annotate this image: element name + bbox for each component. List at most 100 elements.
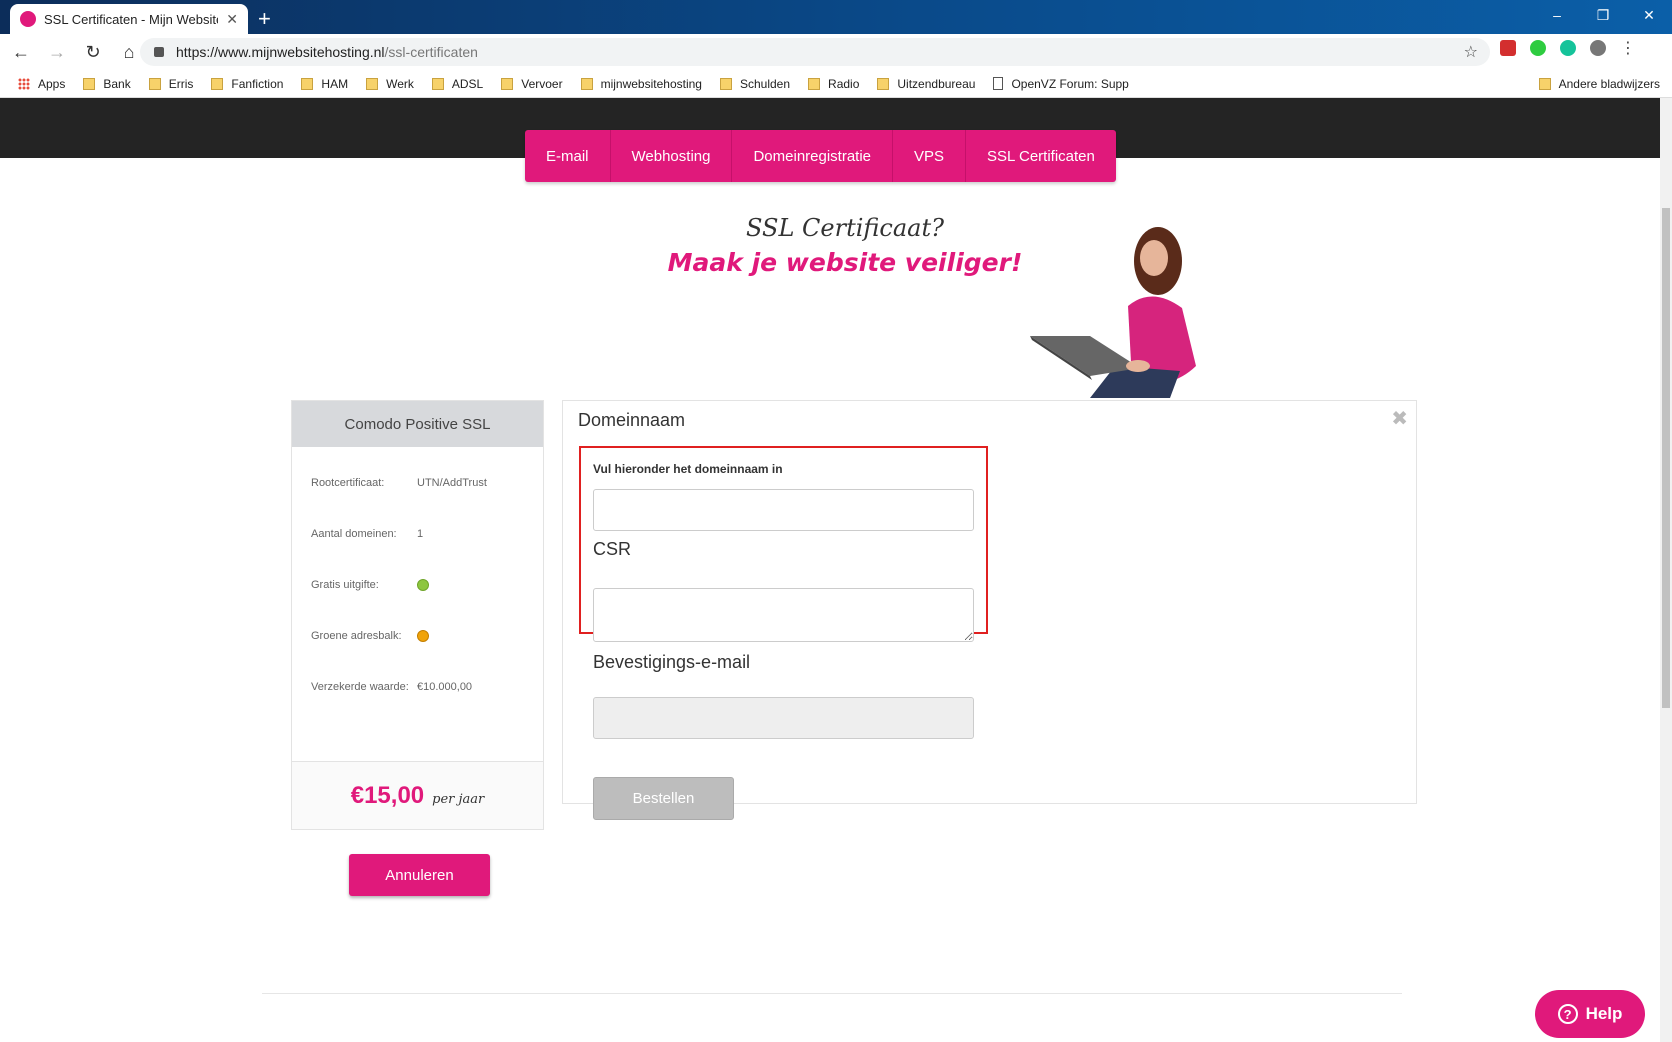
bookmark-star-icon[interactable]: ☆ (1464, 42, 1478, 62)
folder-icon (877, 77, 890, 90)
domain-field-label: Vul hieronder het domeinnaam in (593, 462, 783, 476)
address-bar[interactable]: https://www.mijnwebsitehosting.nl/ssl-ce… (140, 38, 1490, 66)
page-scrollbar[interactable] (1660, 98, 1672, 1042)
green-status-dot-icon (417, 579, 429, 591)
spec-row: Groene adresbalk: (311, 630, 429, 642)
bookmark-folder[interactable]: mijnwebsitehosting (580, 76, 702, 91)
folder-icon (431, 77, 444, 90)
folder-icon (301, 77, 314, 90)
scrollbar-thumb[interactable] (1662, 208, 1670, 708)
help-label: Help (1585, 1004, 1623, 1023)
cancel-button[interactable]: Annuleren (349, 854, 490, 896)
orange-status-dot-icon (417, 630, 429, 642)
lastpass-extension-icon[interactable] (1500, 40, 1516, 56)
bookmark-label: Fanfiction (231, 76, 284, 91)
bookmark-folder[interactable]: Fanfiction (211, 77, 283, 91)
bookmark-folder[interactable]: Werk (366, 77, 414, 91)
other-bookmarks[interactable]: Andere bladwijzers (1538, 76, 1660, 91)
bookmark-folder[interactable]: HAM (301, 77, 348, 91)
hero-question: SSL Certificaat? (746, 214, 944, 242)
lock-icon (154, 47, 164, 57)
bookmarks-bar: Apps Bank Erris Fanfiction HAM Werk ADSL… (0, 70, 1672, 98)
folder-icon (1538, 77, 1551, 90)
extensions-area: ⋮ (1500, 38, 1636, 58)
order-button[interactable]: Bestellen (593, 777, 734, 820)
close-window-button[interactable]: ✕ (1626, 0, 1672, 30)
question-mark-icon: ? (1557, 1004, 1578, 1024)
green-dot-extension-icon[interactable] (1530, 40, 1546, 56)
bookmark-label: Apps (38, 76, 66, 91)
bookmark-label: Schulden (739, 76, 791, 91)
close-icon[interactable]: ✖ (1391, 406, 1408, 431)
menu-dots-icon[interactable]: ⋮ (1620, 38, 1636, 58)
bookmark-folder[interactable]: Radio (808, 77, 859, 91)
nav-email[interactable]: E-mail (525, 130, 611, 182)
nav-webhosting[interactable]: Webhosting (611, 130, 733, 182)
page-icon (993, 77, 1004, 90)
spec-value: €10.000,00 (417, 681, 473, 693)
product-name: Comodo Positive SSL (292, 401, 543, 447)
domain-input[interactable] (593, 489, 974, 531)
bookmark-label: Radio (828, 76, 860, 91)
restore-button[interactable]: ❐ (1580, 0, 1626, 30)
price: €15,00 (350, 781, 425, 809)
email-label: Bevestigings-e-mail (593, 652, 751, 672)
reload-icon[interactable]: ↻ (78, 37, 108, 67)
bookmark-label: Werk (386, 76, 414, 91)
bookmark-label: mijnwebsitehosting (600, 76, 702, 91)
bookmark-folder[interactable]: Erris (148, 76, 194, 91)
bookmark-label: Erris (168, 76, 194, 91)
folder-icon (211, 77, 224, 90)
bookmark-label: OpenVZ Forum: Supp (1011, 76, 1129, 91)
page-content: E-mail Webhosting Domeinregistratie VPS … (0, 98, 1660, 1042)
spec-row: Rootcertificaat: UTN/AddTrust (311, 477, 487, 489)
nav-ssl-certificaten[interactable]: SSL Certificaten (966, 130, 1116, 182)
back-arrow-icon[interactable]: ← (6, 37, 36, 67)
nav-vps[interactable]: VPS (893, 130, 967, 182)
bookmark-label: Bank (103, 76, 131, 91)
nav-domeinregistratie[interactable]: Domeinregistratie (732, 130, 894, 182)
forward-arrow-icon[interactable]: → (42, 37, 72, 67)
spec-label: Groene adresbalk: (311, 630, 402, 642)
apps-grid-icon (18, 77, 30, 90)
bookmark-folder[interactable]: ADSL (431, 76, 484, 91)
main-navigation: E-mail Webhosting Domeinregistratie VPS … (525, 130, 1116, 182)
folder-icon (501, 77, 514, 90)
site-favicon-icon (20, 11, 36, 27)
folder-icon (580, 77, 593, 90)
footer-divider (262, 993, 1402, 994)
bookmark-page[interactable]: OpenVZ Forum: Supp (993, 76, 1129, 91)
price-area: €15,00 per jaar (292, 761, 543, 829)
bookmark-label: HAM (321, 76, 349, 91)
window-controls: – ❐ ✕ (1534, 0, 1672, 30)
browser-tab[interactable]: SSL Certificaten - Mijn Websiteho ✕ (10, 4, 248, 34)
bookmark-label: Vervoer (521, 76, 563, 91)
spec-label: Aantal domeinen: (311, 528, 397, 540)
folder-icon (719, 77, 732, 90)
csr-textarea[interactable] (593, 588, 974, 642)
confirmation-email-input[interactable] (593, 697, 974, 739)
minimize-button[interactable]: – (1534, 0, 1580, 30)
bookmark-folder[interactable]: Uitzendbureau (877, 77, 975, 91)
help-button[interactable]: ? Help (1535, 990, 1645, 1038)
spec-label: Verzekerde waarde: (311, 681, 409, 693)
bookmark-folder[interactable]: Bank (83, 76, 131, 91)
new-tab-button[interactable]: + (258, 6, 271, 32)
bookmark-label: ADSL (451, 76, 484, 91)
bookmark-label: Andere bladwijzers (1558, 76, 1660, 91)
folder-icon (366, 77, 379, 90)
bookmark-folder[interactable]: Schulden (719, 76, 791, 91)
price-period: per jaar (432, 792, 485, 807)
tab-close-icon[interactable]: ✕ (226, 11, 238, 28)
folder-icon (808, 77, 821, 90)
browser-toolbar: ← → ↻ ⌂ https://www.mijnwebsitehosting.n… (0, 34, 1672, 70)
form-title: Domeinnaam (578, 410, 686, 430)
grammarly-extension-icon[interactable] (1560, 40, 1576, 56)
spec-row: Verzekerde waarde: €10.000,00 (311, 681, 472, 693)
bookmark-apps[interactable]: Apps (18, 77, 65, 91)
profile-avatar-icon[interactable] (1590, 40, 1606, 56)
spec-label: Rootcertificaat: (311, 477, 385, 489)
spec-label: Gratis uitgifte: (311, 579, 379, 591)
url-path: /ssl-certificaten (384, 44, 478, 60)
bookmark-folder[interactable]: Vervoer (501, 76, 563, 91)
